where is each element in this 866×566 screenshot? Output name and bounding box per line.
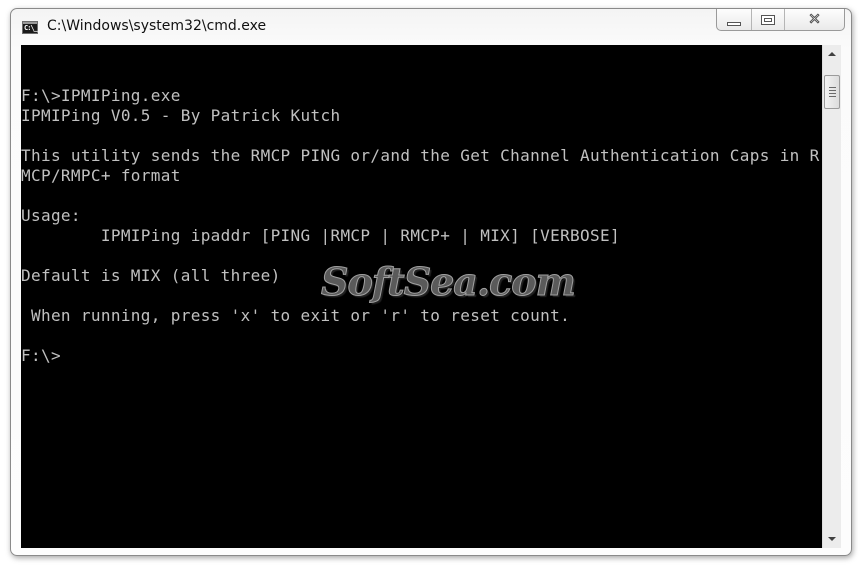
- scroll-up-button[interactable]: [823, 45, 841, 63]
- console-line: IPMIPing V0.5 - By Patrick Kutch: [21, 106, 341, 125]
- console-text: F:\>IPMIPing.exe IPMIPing V0.5 - By Patri…: [21, 66, 820, 366]
- grip-line: [828, 90, 836, 91]
- close-icon: ✕: [808, 10, 822, 28]
- vertical-scrollbar[interactable]: [822, 45, 841, 548]
- minimize-icon: [727, 21, 741, 26]
- console-line: MCP/RMPC+ format: [21, 166, 181, 185]
- maximize-icon: [761, 14, 775, 25]
- console-output[interactable]: F:\>IPMIPing.exe IPMIPing V0.5 - By Patri…: [21, 45, 822, 548]
- console-line: Usage:: [21, 206, 81, 225]
- scroll-thumb[interactable]: [824, 75, 840, 109]
- console-icon-glyph: C:\_: [24, 24, 38, 32]
- maximize-button[interactable]: [751, 9, 784, 30]
- console-line: F:\>IPMIPing.exe: [21, 86, 181, 105]
- minimize-button[interactable]: [717, 9, 751, 30]
- console-window: C:\_ C:\Windows\system32\cmd.exe ✕ F:\>I…: [10, 8, 852, 556]
- grip-line: [828, 93, 836, 94]
- window-title: C:\Windows\system32\cmd.exe: [47, 18, 267, 34]
- title-bar[interactable]: C:\_ C:\Windows\system32\cmd.exe ✕: [11, 9, 851, 46]
- console-line: When running, press 'x' to exit or 'r' t…: [21, 306, 571, 325]
- caption-buttons: ✕: [716, 9, 845, 31]
- console-line: Default is MIX (all three): [21, 266, 281, 285]
- scroll-up-arrow-icon: [828, 52, 836, 56]
- console-line: This utility sends the RMCP PING or/and …: [21, 146, 820, 165]
- close-button[interactable]: ✕: [784, 9, 844, 30]
- scroll-down-button[interactable]: [823, 530, 841, 548]
- console-line: F:\>: [21, 346, 61, 365]
- grip-line: [828, 87, 836, 88]
- scroll-down-arrow-icon: [828, 537, 836, 541]
- console-icon[interactable]: C:\_: [22, 21, 38, 34]
- console-line: IPMIPing ipaddr [PING |RMCP | RMCP+ | MI…: [21, 226, 620, 245]
- grip-line: [828, 96, 836, 97]
